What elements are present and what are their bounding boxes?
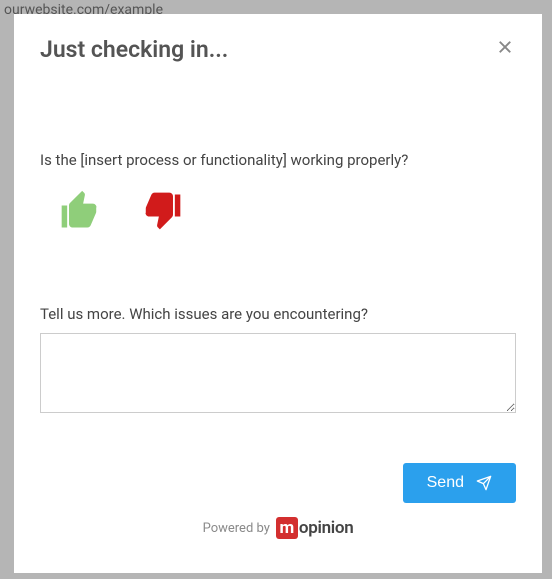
close-icon: [496, 38, 514, 56]
thumbs-up-button[interactable]: [58, 189, 102, 233]
modal-title: Just checking in...: [40, 36, 228, 63]
thumbs-row: [40, 189, 516, 233]
close-button[interactable]: [494, 36, 516, 58]
thumbs-up-icon: [58, 189, 102, 233]
question-section: Is the [insert process or functionality]…: [40, 151, 516, 233]
send-button[interactable]: Send: [403, 463, 516, 503]
question-working-properly: Is the [insert process or functionality]…: [40, 151, 516, 169]
modal-header: Just checking in...: [40, 36, 516, 63]
mopinion-m-icon: m: [276, 517, 298, 539]
feedback-modal: Just checking in... Is the [insert proce…: [14, 14, 542, 573]
thumbs-down-icon: [140, 189, 184, 233]
actions-row: Send: [40, 463, 516, 503]
send-button-label: Send: [427, 474, 464, 492]
mopinion-text: opinion: [299, 518, 354, 538]
powered-by-label: Powered by: [203, 521, 270, 536]
send-icon: [476, 475, 492, 491]
powered-by-row: Powered by m opinion: [40, 517, 516, 539]
feedback-textarea[interactable]: [40, 333, 516, 413]
mopinion-logo[interactable]: m opinion: [276, 517, 354, 539]
question-tell-us-more: Tell us more. Which issues are you encou…: [40, 305, 516, 323]
followup-section: Tell us more. Which issues are you encou…: [40, 305, 516, 417]
thumbs-down-button[interactable]: [140, 189, 184, 233]
